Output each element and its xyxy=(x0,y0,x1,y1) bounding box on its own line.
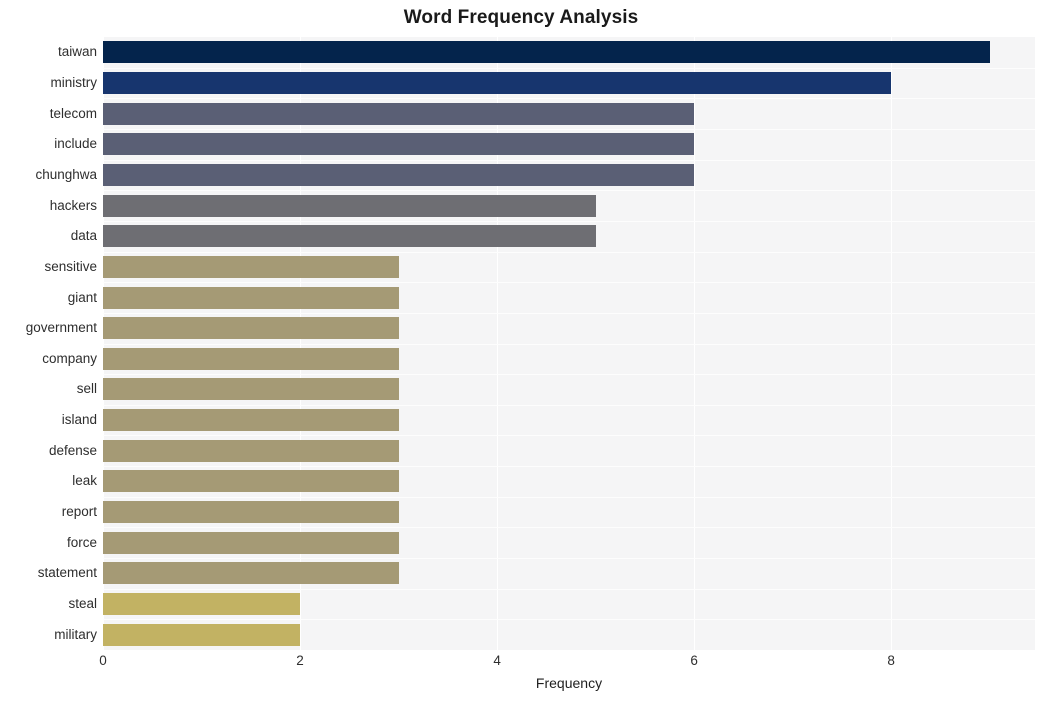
y-axis-tick-label: force xyxy=(66,534,97,550)
y-axis-tick-label: company xyxy=(42,350,97,366)
horizontal-gridline xyxy=(103,251,1035,253)
bar xyxy=(103,439,399,462)
bar xyxy=(103,102,695,125)
horizontal-gridline xyxy=(103,619,1035,621)
bar xyxy=(103,163,695,186)
y-axis-tick-label: statement xyxy=(37,565,97,581)
bar xyxy=(103,409,399,432)
x-axis-tick-label: 2 xyxy=(296,653,304,668)
chart-figure: Word Frequency Analysis taiwan ministry te… xyxy=(0,0,1042,701)
bar xyxy=(103,41,990,64)
y-axis-tick-label: military xyxy=(54,626,97,642)
bar xyxy=(103,347,399,370)
horizontal-gridline xyxy=(103,67,1035,69)
y-axis-tick-label: hackers xyxy=(49,197,97,213)
horizontal-gridline xyxy=(103,588,1035,590)
y-axis-tick-label: steal xyxy=(68,596,97,612)
y-axis-tick-label: island xyxy=(61,412,97,428)
x-axis-title: Frequency xyxy=(535,675,603,691)
bar xyxy=(103,501,399,524)
horizontal-gridline xyxy=(103,435,1035,437)
y-axis-tick-label: sell xyxy=(76,381,97,397)
y-axis-tick-label: ministry xyxy=(50,74,98,90)
bar xyxy=(103,593,301,616)
x-axis-tick-labels: 0 2 4 6 8 xyxy=(0,652,1042,674)
bar xyxy=(103,133,695,156)
horizontal-gridline xyxy=(103,558,1035,560)
bar xyxy=(103,562,399,585)
plot-area xyxy=(103,37,1035,650)
horizontal-gridline xyxy=(103,496,1035,498)
bar xyxy=(103,378,399,401)
bar xyxy=(103,286,399,309)
horizontal-gridline xyxy=(103,282,1035,284)
bar xyxy=(103,194,596,217)
y-axis-tick-labels: taiwan ministry telecom include chunghwa hack… xyxy=(0,37,97,650)
horizontal-gridline xyxy=(103,312,1035,314)
x-axis-tick-label: 0 xyxy=(99,653,107,668)
y-axis-tick-label: chunghwa xyxy=(35,166,97,182)
bar xyxy=(103,71,892,94)
bar xyxy=(103,531,399,554)
bar xyxy=(103,470,399,493)
bar xyxy=(103,317,399,340)
y-axis-tick-label: government xyxy=(25,320,97,336)
bar xyxy=(103,225,596,248)
horizontal-gridline xyxy=(103,128,1035,130)
y-axis-tick-label: data xyxy=(70,228,97,244)
horizontal-gridline xyxy=(103,466,1035,468)
horizontal-gridline xyxy=(103,404,1035,406)
y-axis-tick-label: sensitive xyxy=(44,258,97,274)
horizontal-gridline xyxy=(103,527,1035,529)
horizontal-gridline xyxy=(103,220,1035,222)
horizontal-gridline xyxy=(103,98,1035,100)
y-axis-tick-label: taiwan xyxy=(57,44,97,60)
chart-title: Word Frequency Analysis xyxy=(403,7,639,28)
y-axis-tick-label: report xyxy=(61,504,97,520)
x-axis-tick-label: 6 xyxy=(690,653,698,668)
y-axis-tick-label: giant xyxy=(67,289,97,305)
y-axis-tick-label: include xyxy=(54,136,97,152)
y-axis-tick-label: telecom xyxy=(49,105,97,121)
bar xyxy=(103,255,399,278)
y-axis-tick-label: leak xyxy=(72,473,97,489)
x-axis-tick-label: 4 xyxy=(493,653,501,668)
y-axis-tick-label: defense xyxy=(48,442,97,458)
bar xyxy=(103,623,301,646)
x-axis-tick-label: 8 xyxy=(887,653,895,668)
horizontal-gridline xyxy=(103,159,1035,161)
horizontal-gridline xyxy=(103,374,1035,376)
horizontal-gridline xyxy=(103,190,1035,192)
horizontal-gridline xyxy=(103,343,1035,345)
